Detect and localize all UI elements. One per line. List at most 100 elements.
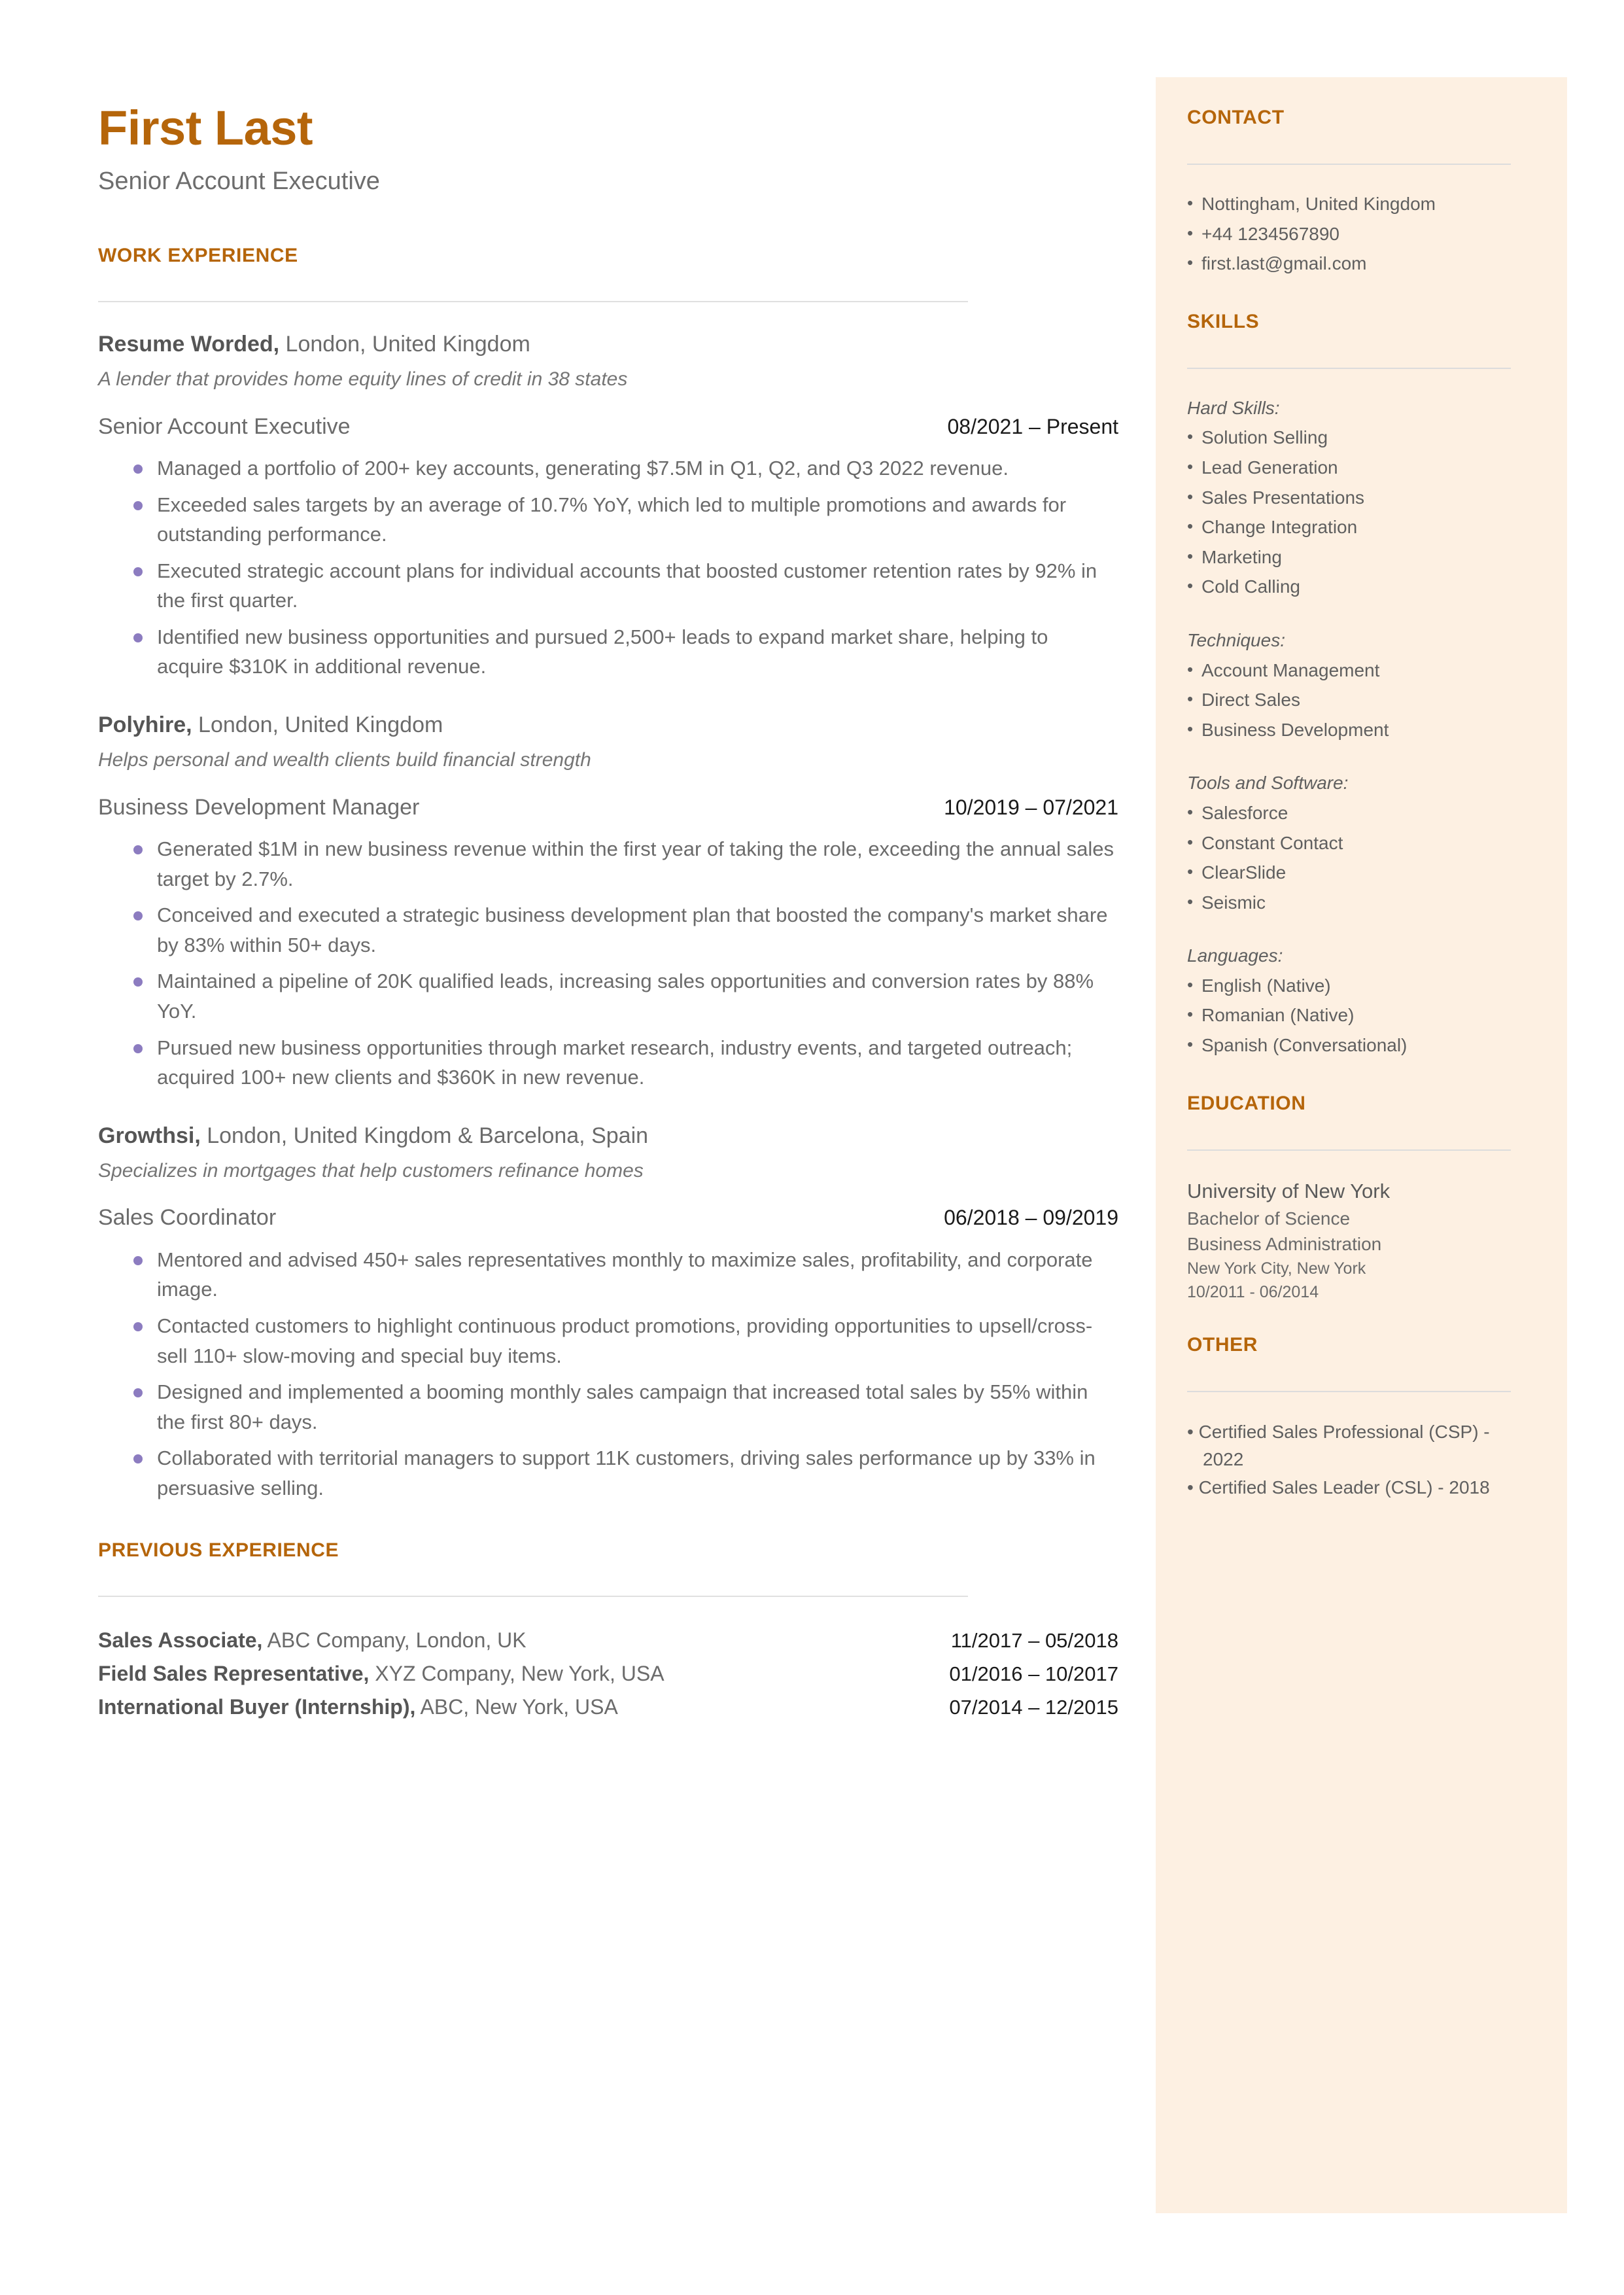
- section-heading-work-experience: WORK EXPERIENCE: [98, 244, 298, 266]
- section-skills: SKILLS Hard Skills: • Solution Selling • Lea…: [1187, 311, 1530, 1059]
- skill-item: • Lead Generation: [1187, 455, 1530, 482]
- certification-item: • Certified Sales Professional (CSP) - 2…: [1187, 1422, 1490, 1469]
- bullet-dot-icon: •: [1187, 1034, 1194, 1055]
- skill-item: • Marketing: [1187, 544, 1530, 571]
- job-bullet: Exceeded sales targets by an average of …: [98, 490, 1118, 550]
- previous-experience-title: Field Sales Representative,: [98, 1662, 370, 1686]
- section-contact: CONTACT • Nottingham, United Kingdom • +44 …: [1187, 107, 1530, 277]
- skill-item-text: Constant Contact: [1201, 832, 1343, 853]
- job-bullet: Executed strategic account plans for ind…: [98, 556, 1118, 616]
- previous-experience-row: International Buyer (Internship), ABC, N…: [98, 1692, 1118, 1722]
- bullet-dot-icon: •: [1187, 832, 1194, 852]
- page-title: First Last Senior Account Executive: [98, 101, 1118, 198]
- skill-item: • English (Native): [1187, 973, 1530, 1000]
- section-heading-education: EDUCATION: [1187, 1092, 1306, 1114]
- section-divider: [98, 300, 968, 302]
- skill-item-text: Direct Sales: [1201, 690, 1300, 710]
- skill-item-text: Lead Generation: [1201, 457, 1338, 478]
- job-company-line: Polyhire, London, United Kingdom: [98, 710, 1118, 739]
- job-company-line: Resume Worded, London, United Kingdom: [98, 330, 1118, 359]
- bullet-dot-icon: •: [1187, 891, 1194, 911]
- contact-list: • Nottingham, United Kingdom • +44 12345678…: [1187, 191, 1530, 277]
- certification-item: • Certified Sales Leader (CSL) - 2018: [1187, 1477, 1490, 1498]
- bullet-dot-icon: •: [1187, 801, 1194, 822]
- previous-experience-title: Sales Associate,: [98, 1628, 263, 1653]
- job-location: London, United Kingdom: [192, 712, 443, 738]
- resume-main-column: First Last Senior Account Executive WORK…: [98, 101, 1118, 1726]
- section-heading-previous-experience: PREVIOUS EXPERIENCE: [98, 1539, 339, 1562]
- skill-item: • Salesforce: [1187, 800, 1530, 827]
- skill-item: • Romanian (Native): [1187, 1002, 1530, 1029]
- education-location: New York City, New York: [1187, 1259, 1366, 1278]
- job-bullet: Designed and implemented a booming month…: [98, 1377, 1118, 1437]
- job-location: London, United Kingdom: [279, 331, 530, 357]
- education-school: University of New York: [1187, 1179, 1391, 1202]
- job-entry: Growthsi, London, United Kingdom & Barce…: [98, 1121, 1118, 1503]
- skills-list: Hard Skills: • Solution Selling • Lead Gener…: [1187, 395, 1530, 1059]
- skill-item-text: English (Native): [1201, 975, 1331, 996]
- job-bullet-list: Generated $1M in new business revenue wi…: [98, 834, 1118, 1093]
- job-dates: 08/2021 – Present: [947, 414, 1118, 438]
- skill-item-text: Cold Calling: [1201, 576, 1300, 597]
- skill-item-text: Spanish (Conversational): [1201, 1035, 1408, 1056]
- skills-group-label: Techniques:: [1187, 629, 1285, 650]
- skill-item-text: Business Development: [1201, 719, 1389, 740]
- job-bullet: Mentored and advised 450+ sales represen…: [98, 1245, 1118, 1305]
- skill-item: • Constant Contact: [1187, 830, 1530, 857]
- job-bullet: Contacted customers to highlight continu…: [98, 1311, 1118, 1371]
- job-bullet: Managed a portfolio of 200+ key accounts…: [98, 453, 1118, 483]
- bullet-dot-icon: •: [1187, 718, 1194, 739]
- section-divider: [1187, 1391, 1511, 1393]
- skill-item-text: Salesforce: [1201, 802, 1288, 823]
- section-divider: [98, 1596, 968, 1598]
- other-list: • Certified Sales Professional (CSP) - 2…: [1187, 1418, 1530, 1501]
- skill-item: • Sales Presentations: [1187, 485, 1530, 512]
- job-title: Business Development Manager: [98, 794, 420, 820]
- previous-experience-title-line: International Buyer (Internship), ABC, N…: [98, 1692, 618, 1721]
- skill-item: • Direct Sales: [1187, 687, 1530, 714]
- job-role-row: Business Development Manager 10/2019 – 07…: [98, 794, 1118, 822]
- bullet-dot-icon: •: [1187, 193, 1194, 213]
- previous-experience-dates: 11/2017 – 05/2018: [950, 1629, 1118, 1653]
- skill-item-text: Romanian (Native): [1201, 1005, 1355, 1026]
- contact-item-text: +44 1234567890: [1201, 223, 1339, 244]
- section-previous-experience: PREVIOUS EXPERIENCE Sales Associate, ABC…: [98, 1539, 1118, 1721]
- skill-item: • Change Integration: [1187, 514, 1530, 541]
- bullet-dot-icon: •: [1187, 576, 1194, 596]
- candidate-name: First Last: [98, 101, 313, 155]
- previous-experience-row: Sales Associate, ABC Company, London, UK…: [98, 1626, 1118, 1655]
- section-education: EDUCATION University of New York Bachelo…: [1187, 1093, 1530, 1305]
- skill-item: • Spanish (Conversational): [1187, 1032, 1530, 1059]
- bullet-dot-icon: •: [1187, 546, 1194, 566]
- bullet-dot-icon: •: [1187, 253, 1194, 273]
- bullet-dot-icon: •: [1187, 486, 1194, 506]
- contact-item[interactable]: • Nottingham, United Kingdom: [1187, 191, 1530, 218]
- job-entry: Polyhire, London, United Kingdom Helps pe…: [98, 710, 1118, 1093]
- previous-experience-dates: 07/2014 – 12/2015: [949, 1695, 1118, 1719]
- job-company-description: Helps personal and wealth clients build …: [98, 749, 591, 771]
- candidate-headline: Senior Account Executive: [98, 167, 380, 196]
- job-entry: Resume Worded, London, United Kingdom A l…: [98, 330, 1118, 682]
- contact-item[interactable]: • +44 1234567890: [1187, 221, 1530, 248]
- bullet-dot-icon: •: [1187, 689, 1194, 709]
- job-bullet: Conceived and executed a strategic busin…: [98, 900, 1118, 960]
- job-role-row: Sales Coordinator 06/2018 – 09/2019: [98, 1204, 1118, 1232]
- skill-item: • Account Management: [1187, 657, 1530, 684]
- education-field: Business Administration: [1187, 1234, 1382, 1255]
- contact-item-text: Nottingham, United Kingdom: [1201, 194, 1436, 214]
- previous-experience-detail: ABC Company, London, UK: [262, 1628, 527, 1653]
- section-divider: [1187, 367, 1511, 369]
- section-divider: [1187, 164, 1511, 165]
- job-company-name: Resume Worded,: [98, 331, 280, 357]
- bullet-dot-icon: •: [1187, 862, 1194, 882]
- previous-experience-title-line: Sales Associate, ABC Company, London, UK: [98, 1626, 527, 1655]
- skills-group-label: Languages:: [1187, 945, 1283, 966]
- job-title: Sales Coordinator: [98, 1205, 277, 1231]
- contact-item[interactable]: • first.last@gmail.com: [1187, 251, 1530, 277]
- skill-item: • Seismic: [1187, 890, 1530, 917]
- skill-item-text: Change Integration: [1201, 517, 1358, 538]
